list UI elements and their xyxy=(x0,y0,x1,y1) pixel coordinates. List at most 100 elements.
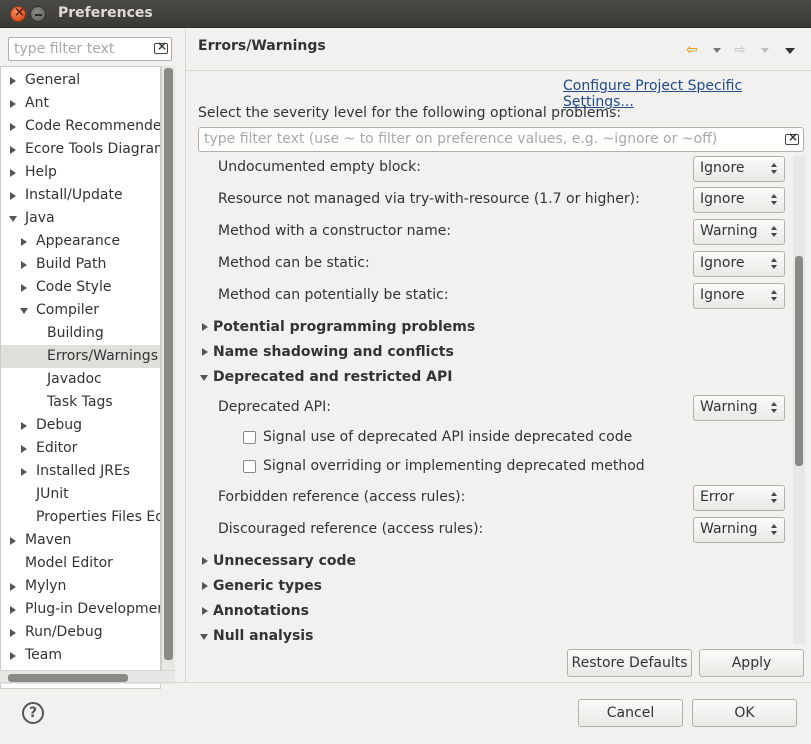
spinner-arrows-icon xyxy=(770,524,778,536)
expand-arrow-icon[interactable] xyxy=(10,100,16,108)
tree-item[interactable]: Maven xyxy=(1,529,160,552)
tree-item[interactable]: Installed JREs xyxy=(1,460,160,483)
tree-item[interactable]: Code Recommenders xyxy=(1,115,161,138)
section-deprecated-api[interactable]: Deprecated and restricted API xyxy=(213,369,453,385)
severity-select[interactable]: Warning xyxy=(693,219,785,245)
options-filter-input[interactable]: type filter text (use ~ to filter on pre… xyxy=(198,127,804,152)
expand-arrow-icon[interactable] xyxy=(10,123,16,131)
options-filter-placeholder: type filter text (use ~ to filter on pre… xyxy=(204,131,718,147)
section-unnecessary-code[interactable]: Unnecessary code xyxy=(213,553,356,569)
minimize-window-button[interactable] xyxy=(30,6,46,22)
section-potential-problems[interactable]: Potential programming problems xyxy=(213,319,475,335)
expand-arrow-icon[interactable] xyxy=(10,652,16,660)
tree-item[interactable]: JUnit xyxy=(1,483,160,506)
expand-arrow-icon[interactable] xyxy=(21,468,27,476)
checkbox-label[interactable]: Signal overriding or implementing deprec… xyxy=(263,458,645,474)
back-history-chevron-down-icon[interactable] xyxy=(713,48,721,53)
tree-item[interactable]: Plug-in Development xyxy=(1,598,160,621)
cancel-button[interactable]: Cancel xyxy=(578,699,683,727)
expand-arrow-icon[interactable] xyxy=(21,284,27,292)
tree-item[interactable]: Code Style xyxy=(1,276,160,299)
deprecated-inside-deprecated-checkbox[interactable] xyxy=(243,431,256,444)
expand-arrow-icon[interactable] xyxy=(21,238,27,246)
tree-item[interactable]: Install/Update xyxy=(1,184,160,207)
expand-arrow-icon[interactable] xyxy=(202,607,208,615)
clear-filter-icon[interactable] xyxy=(154,39,168,54)
collapse-arrow-icon[interactable] xyxy=(200,634,208,640)
discouraged-reference-select[interactable]: Warning xyxy=(693,517,785,543)
tree-item[interactable]: Errors/Warnings xyxy=(1,345,160,368)
expand-arrow-icon[interactable] xyxy=(10,169,16,177)
expand-arrow-icon[interactable] xyxy=(202,557,208,565)
scrollbar-thumb[interactable] xyxy=(795,256,803,466)
spinner-arrows-icon xyxy=(770,163,778,175)
tree-item[interactable]: Compiler xyxy=(1,299,160,322)
section-null-analysis[interactable]: Null analysis xyxy=(213,628,313,644)
deprecated-api-select[interactable]: Warning xyxy=(693,395,785,421)
forward-arrow-icon[interactable]: ⇨ xyxy=(734,42,746,58)
expand-arrow-icon[interactable] xyxy=(10,146,16,154)
view-menu-chevron-down-icon[interactable] xyxy=(785,48,795,54)
expand-arrow-icon[interactable] xyxy=(21,422,27,430)
tree-item[interactable]: Task Tags xyxy=(1,391,160,414)
section-generic-types[interactable]: Generic types xyxy=(213,578,322,594)
expand-arrow-icon[interactable] xyxy=(10,583,16,591)
ok-button[interactable]: OK xyxy=(692,699,797,727)
tree-item[interactable]: Editor xyxy=(1,437,160,460)
tree-item[interactable]: Ecore Tools Diagram xyxy=(1,138,160,161)
tree-item-label: Model Editor xyxy=(25,555,113,571)
tree-item-label: Code Recommenders xyxy=(25,118,161,134)
tree-item[interactable]: Ant xyxy=(1,92,160,115)
help-icon[interactable]: ? xyxy=(22,702,44,724)
tree-item[interactable]: Model Editor xyxy=(1,552,160,575)
tree-item[interactable]: Run/Debug xyxy=(1,621,160,644)
checkbox-label[interactable]: Signal use of deprecated API inside depr… xyxy=(263,429,632,445)
expand-arrow-icon[interactable] xyxy=(10,629,16,637)
close-window-button[interactable] xyxy=(10,5,26,22)
spinner-arrows-icon xyxy=(770,226,778,238)
collapse-arrow-icon[interactable] xyxy=(20,308,28,314)
tree-item[interactable]: Team xyxy=(1,644,160,667)
severity-select[interactable]: Ignore xyxy=(693,156,785,182)
tree-item[interactable]: Mylyn xyxy=(1,575,160,598)
tree-item[interactable]: Building xyxy=(1,322,160,345)
forbidden-reference-select[interactable]: Error xyxy=(693,485,785,511)
expand-arrow-icon[interactable] xyxy=(10,537,16,545)
collapse-arrow-icon[interactable] xyxy=(200,375,208,381)
panel-divider[interactable] xyxy=(185,28,186,682)
expand-arrow-icon[interactable] xyxy=(202,348,208,356)
scrollbar-thumb[interactable] xyxy=(8,674,128,682)
scrollbar-thumb[interactable] xyxy=(164,68,173,660)
severity-select[interactable]: Ignore xyxy=(693,251,785,277)
forward-history-chevron-down-icon[interactable] xyxy=(761,48,769,53)
nav-filter-input[interactable]: type filter text xyxy=(8,37,172,61)
back-arrow-icon[interactable]: ⇦ xyxy=(686,42,698,58)
tree-item[interactable]: Java xyxy=(1,207,160,230)
tree-item[interactable]: General xyxy=(1,69,160,92)
section-name-shadowing[interactable]: Name shadowing and conflicts xyxy=(213,344,454,360)
overriding-deprecated-checkbox[interactable] xyxy=(243,460,256,473)
severity-value: Warning xyxy=(700,399,758,415)
clear-filter-icon[interactable] xyxy=(785,130,799,145)
collapse-arrow-icon[interactable] xyxy=(9,216,17,222)
tree-item[interactable]: Appearance xyxy=(1,230,160,253)
expand-arrow-icon[interactable] xyxy=(10,606,16,614)
tree-item[interactable]: Javadoc xyxy=(1,368,160,391)
options-vertical-scrollbar[interactable] xyxy=(793,156,805,644)
expand-arrow-icon[interactable] xyxy=(10,77,16,85)
severity-select[interactable]: Ignore xyxy=(693,187,785,213)
section-annotations[interactable]: Annotations xyxy=(213,603,309,619)
expand-arrow-icon[interactable] xyxy=(21,261,27,269)
expand-arrow-icon[interactable] xyxy=(202,323,208,331)
tree-item[interactable]: Build Path xyxy=(1,253,160,276)
tree-vertical-scrollbar[interactable] xyxy=(161,66,175,674)
tree-item[interactable]: Debug xyxy=(1,414,160,437)
expand-arrow-icon[interactable] xyxy=(10,192,16,200)
tree-item[interactable]: Properties Files Editor xyxy=(1,506,160,529)
apply-button[interactable]: Apply xyxy=(699,649,804,677)
expand-arrow-icon[interactable] xyxy=(202,582,208,590)
severity-select[interactable]: Ignore xyxy=(693,283,785,309)
tree-item[interactable]: Help xyxy=(1,161,160,184)
expand-arrow-icon[interactable] xyxy=(21,445,27,453)
restore-defaults-button[interactable]: Restore Defaults xyxy=(567,649,692,677)
